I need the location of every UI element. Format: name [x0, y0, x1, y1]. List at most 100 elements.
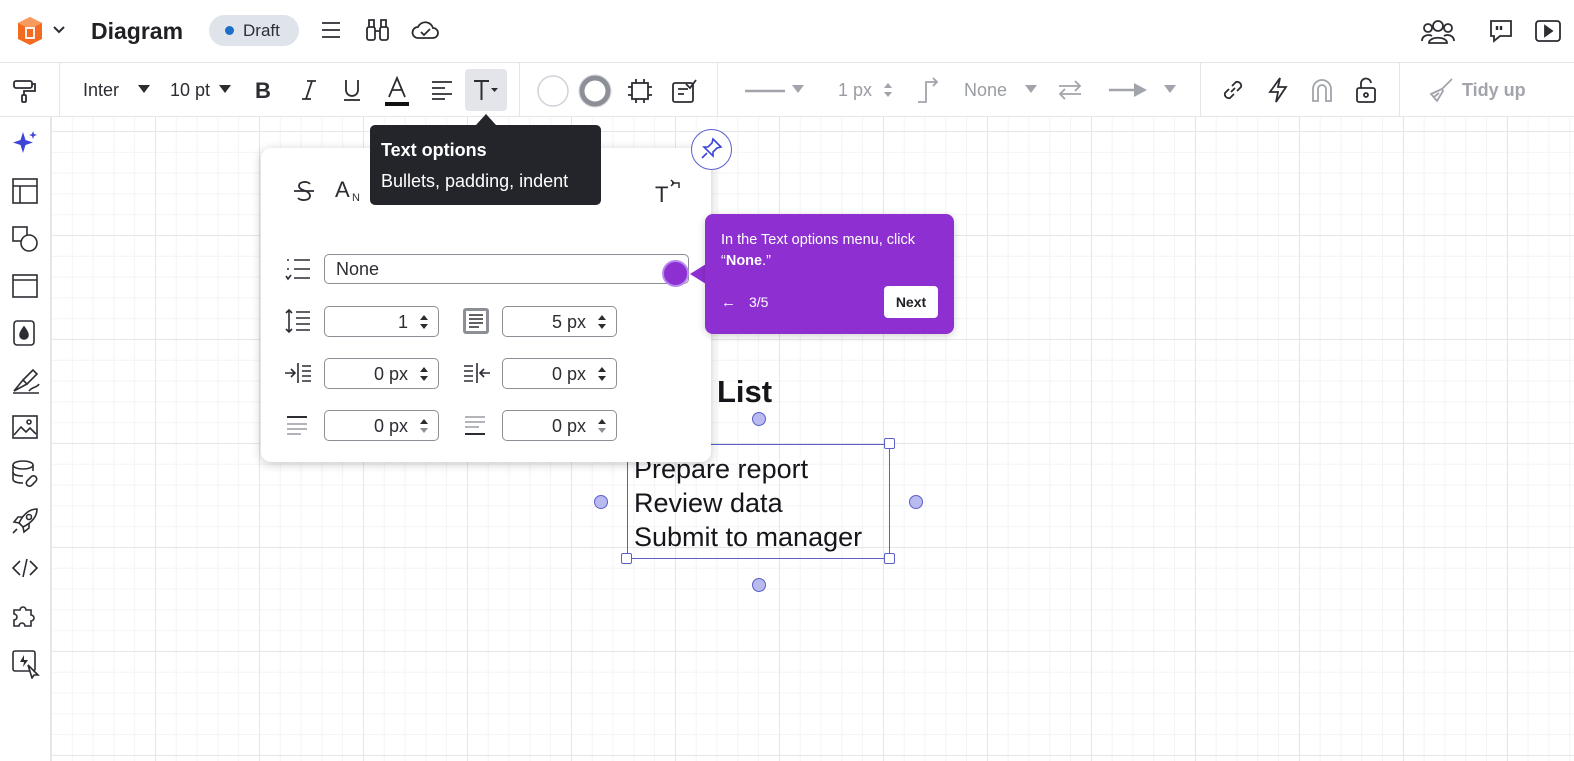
cloud-check-icon[interactable] [410, 19, 440, 41]
connector-elbow-icon[interactable] [915, 76, 941, 104]
font-size-select[interactable]: 10 pt [170, 78, 210, 102]
svg-text:B: B [255, 78, 271, 102]
tooltip-arrow [476, 114, 496, 125]
line-end-select[interactable]: None [964, 78, 1007, 102]
fill-color-icon[interactable] [536, 74, 570, 108]
stepper-arrows-icon[interactable] [419, 416, 429, 436]
reset-text-format-icon[interactable]: T [654, 176, 684, 206]
document-title[interactable]: Diagram [91, 15, 183, 47]
list-title-text[interactable]: List [717, 374, 772, 410]
line-width-input[interactable]: 1 px [838, 78, 872, 102]
drawing-pen-icon[interactable] [11, 366, 41, 394]
app-logo-icon[interactable] [15, 15, 45, 47]
indent-left-stepper[interactable]: 0 px [324, 358, 439, 389]
connection-point-left[interactable] [594, 495, 608, 509]
connection-point-right[interactable] [909, 495, 923, 509]
strikethrough-icon[interactable] [292, 178, 316, 204]
menu-icon[interactable] [320, 20, 342, 40]
tidy-up-label: Tidy up [1462, 79, 1526, 100]
onboarding-guide-popover: In the Text options menu, click “None.” … [705, 214, 954, 334]
templates-icon[interactable] [11, 177, 39, 205]
stepper-arrows-icon[interactable] [419, 312, 429, 332]
guide-next-button[interactable]: Next [884, 286, 938, 318]
guide-message-text: In the Text options menu, click [721, 232, 915, 248]
image-icon[interactable] [11, 413, 39, 441]
caret-down-icon[interactable] [138, 85, 150, 93]
guide-message-highlight: None [725, 253, 763, 269]
quick-actions-icon[interactable] [11, 649, 41, 679]
space-after-value: 0 px [551, 416, 586, 436]
guide-back-arrow-icon[interactable]: ← [721, 294, 736, 311]
broom-icon [1429, 78, 1453, 103]
formatting-toolbar: Inter 10 pt B 1 px None Tidy up [0, 62, 1574, 117]
connection-point-bottom[interactable] [752, 578, 766, 592]
resize-handle-bottom-right[interactable] [884, 553, 895, 564]
bullet-style-select[interactable]: None [324, 254, 689, 284]
text-padding-value: 5 px [551, 312, 586, 332]
guide-pointer [690, 264, 706, 284]
italic-icon[interactable] [299, 78, 319, 102]
caret-down-icon[interactable] [219, 85, 231, 93]
text-padding-stepper[interactable]: 5 px [502, 306, 617, 337]
bold-icon[interactable]: B [253, 78, 273, 102]
stepper-arrows-icon[interactable] [597, 364, 607, 384]
underline-icon[interactable] [341, 77, 363, 103]
indent-right-value: 0 px [551, 364, 586, 384]
toolbar-divider [59, 63, 60, 117]
stepper-arrows-icon[interactable] [883, 81, 893, 99]
unlock-icon[interactable] [1354, 76, 1378, 104]
chevron-down-icon[interactable] [52, 25, 66, 35]
space-after-stepper[interactable]: 0 px [502, 410, 617, 441]
stepper-arrows-icon[interactable] [597, 312, 607, 332]
border-color-icon[interactable] [578, 74, 612, 108]
caret-down-icon[interactable] [1164, 85, 1176, 93]
magnet-icon[interactable] [1309, 77, 1335, 103]
integrations-puzzle-icon[interactable] [11, 601, 39, 629]
indent-right-icon [462, 361, 492, 385]
stepper-arrows-icon[interactable] [419, 364, 429, 384]
font-family-select[interactable]: Inter [83, 78, 119, 102]
text-options-button[interactable] [465, 69, 507, 111]
link-icon[interactable] [1220, 77, 1246, 103]
space-before-stepper[interactable]: 0 px [324, 410, 439, 441]
shapes-icon[interactable] [11, 225, 39, 253]
line-spacing-stepper[interactable]: 1 [324, 306, 439, 337]
color-fill-icon[interactable] [11, 319, 39, 347]
pin-panel-button[interactable] [691, 129, 732, 170]
tidy-up-button[interactable]: Tidy up [1428, 77, 1526, 103]
data-link-icon[interactable] [10, 459, 40, 489]
collaborators-icon[interactable] [1420, 17, 1456, 45]
indent-right-stepper[interactable]: 0 px [502, 358, 617, 389]
comments-icon[interactable] [1488, 18, 1514, 44]
left-sidebar [0, 117, 51, 761]
guide-hotspot-indicator[interactable] [662, 260, 689, 287]
connection-point-top[interactable] [752, 412, 766, 426]
lightning-action-icon[interactable] [1266, 76, 1290, 104]
status-badge[interactable]: Draft [209, 15, 299, 46]
resize-handle-top-right[interactable] [884, 438, 895, 449]
frame-icon[interactable] [11, 272, 39, 300]
rocket-icon[interactable] [11, 507, 39, 535]
stepper-arrows-icon[interactable] [597, 416, 607, 436]
caret-down-icon[interactable] [792, 85, 804, 93]
line-style-icon[interactable] [745, 89, 787, 93]
present-play-icon[interactable] [1534, 18, 1562, 44]
data-properties-icon[interactable] [670, 77, 698, 105]
status-badge-label: Draft [243, 20, 280, 40]
text-color-icon[interactable] [383, 75, 411, 107]
swap-direction-icon[interactable] [1056, 79, 1084, 101]
guide-step-counter: 3/5 [749, 294, 769, 310]
format-painter-icon[interactable] [11, 78, 37, 104]
pin-icon [701, 137, 723, 159]
ai-sparkle-icon[interactable] [11, 129, 39, 157]
arrow-end-icon[interactable] [1108, 81, 1148, 99]
code-icon[interactable] [11, 554, 39, 582]
svg-text:T: T [655, 182, 668, 206]
resize-handle-bottom-left[interactable] [621, 553, 632, 564]
binoculars-icon[interactable] [364, 17, 391, 43]
space-before-icon [285, 413, 311, 437]
align-left-icon[interactable] [430, 80, 454, 100]
subscript-icon[interactable]: A N [335, 176, 365, 204]
caret-down-icon[interactable] [1025, 85, 1037, 93]
shape-frame-icon[interactable] [626, 77, 654, 105]
